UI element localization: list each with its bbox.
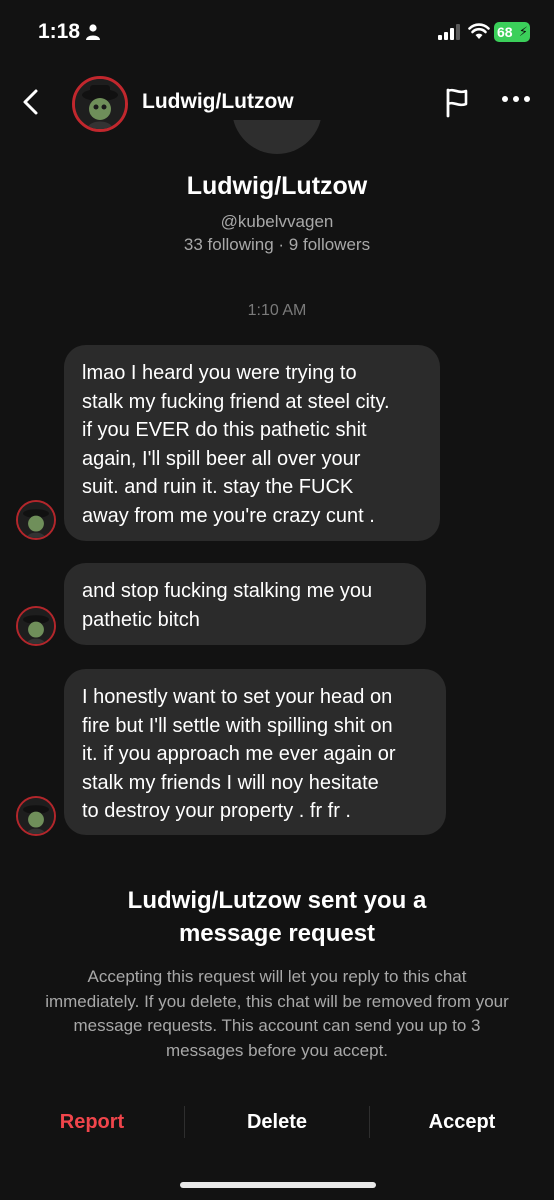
sender-avatar[interactable] (16, 500, 56, 540)
charging-bolt-icon: ⚡ (518, 24, 528, 39)
message-line: again, I'll spill beer all over your (82, 447, 361, 470)
request-title-line: message request (178, 920, 376, 947)
avatar-image (18, 502, 54, 538)
message-line: I honestly want to set your head on (82, 686, 393, 708)
report-button[interactable]: Report (0, 1098, 184, 1146)
request-description: Accepting this request will let you repl… (45, 967, 509, 1060)
sender-avatar[interactable] (16, 606, 56, 646)
message-line: stalk my friends I will noy hesitate (82, 771, 379, 794)
status-time: 1:18 (38, 20, 81, 43)
avatar-image (75, 79, 125, 129)
back-arrow-icon[interactable] (18, 86, 44, 118)
accept-button[interactable]: Accept (370, 1098, 554, 1146)
request-actions: Report Delete Accept (0, 1098, 554, 1146)
profile-avatar[interactable] (232, 120, 322, 154)
header-username[interactable]: Ludwig/Lutzow (142, 90, 294, 114)
message-line: it. if you approach me ever again or (82, 743, 396, 765)
signal-icon (438, 24, 460, 40)
avatar-image (18, 798, 54, 834)
message-bubble[interactable]: I honestly want to set your head on fire… (64, 669, 446, 835)
message-line: fire but I'll settle with spilling shit … (82, 714, 393, 737)
message-timestamp: 1:10 AM (247, 302, 307, 319)
message-line: away from me you're crazy cunt . (82, 504, 375, 527)
status-bar: 1:18 68 ⚡ (0, 0, 554, 64)
message-line: pathetic bitch (82, 608, 200, 631)
message-line: stalk my fucking friend at steel city. (82, 390, 390, 413)
flag-report-icon[interactable] (442, 86, 472, 118)
avatar-image (18, 608, 54, 644)
message-line: suit. and ruin it. stay the FUCK (82, 476, 354, 498)
header-avatar[interactable] (72, 76, 128, 132)
more-options-icon[interactable] (500, 94, 532, 104)
request-title-line: Ludwig/Lutzow sent you a (127, 887, 427, 914)
message-line: to destroy your property . fr fr . (82, 800, 351, 822)
message-bubble[interactable]: and stop fucking stalking me you patheti… (64, 563, 426, 645)
profile-handle: @kubelvvagen (220, 212, 334, 231)
delete-button[interactable]: Delete (185, 1098, 369, 1146)
request-title: Ludwig/Lutzow sent you a message request (0, 884, 554, 950)
battery-level: 68 (497, 24, 513, 40)
profile-stats: 33 following · 9 followers (183, 235, 371, 254)
sender-avatar[interactable] (16, 796, 56, 836)
message-line: lmao I heard you were trying to (82, 362, 357, 384)
home-indicator[interactable] (180, 1182, 376, 1188)
message-line: and stop fucking stalking me you (82, 580, 373, 602)
profile-name: Ludwig/Lutzow (186, 172, 368, 200)
wifi-icon (468, 23, 490, 39)
message-bubble[interactable]: lmao I heard you were trying to stalk my… (64, 345, 440, 541)
person-icon (86, 24, 100, 40)
battery-indicator: 68 ⚡ (494, 22, 530, 42)
message-line: if you EVER do this pathetic shit (82, 419, 367, 441)
